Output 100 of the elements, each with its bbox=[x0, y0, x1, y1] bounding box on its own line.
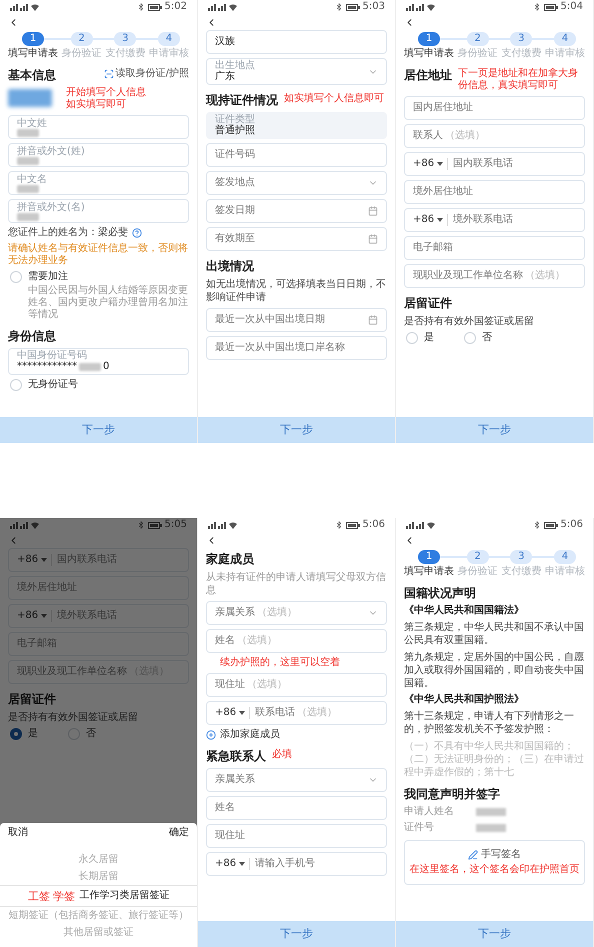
add-family-member-link[interactable]: 添加家庭成员 bbox=[206, 729, 280, 741]
next-button[interactable]: 下一步 bbox=[0, 417, 197, 443]
input-field[interactable]: 拼音或外文(名) bbox=[8, 199, 189, 223]
next-button[interactable]: 下一步 bbox=[198, 417, 395, 443]
info-label: 申请人姓名 bbox=[404, 806, 455, 818]
redacted-value bbox=[476, 824, 506, 832]
step-label: 申请审核 bbox=[544, 566, 585, 578]
input-field[interactable]: +86 国内联系电话 bbox=[8, 548, 189, 572]
bluetooth-icon bbox=[136, 3, 145, 11]
step-number: 1 bbox=[22, 32, 44, 46]
input-field[interactable]: +86 国内联系电话 bbox=[404, 152, 585, 176]
placeholder-text: 国内联系电话 bbox=[57, 554, 118, 566]
input-field[interactable]: 现住址 （选填） bbox=[206, 673, 387, 697]
section-heading: 居留证件 bbox=[404, 296, 452, 311]
scan-id-link[interactable]: 读取身份证/护照 bbox=[104, 68, 189, 80]
input-field[interactable]: 电子邮箱 bbox=[404, 236, 585, 260]
input-field[interactable]: 证件类型 普通护照 bbox=[206, 112, 387, 139]
placeholder-text: 现职业及现工作单位名称 bbox=[413, 270, 523, 282]
country-code-dropdown[interactable]: +86 bbox=[215, 707, 250, 719]
picker-option[interactable]: 永久居留 bbox=[0, 851, 197, 868]
placeholder-text: 电子邮箱 bbox=[17, 638, 57, 650]
input-field[interactable]: 中文名 bbox=[8, 171, 189, 195]
input-field[interactable]: 中国身份证号码 ************ 0 bbox=[8, 348, 189, 375]
radio-label: 无身份证号 bbox=[28, 379, 78, 391]
info-label: 证件号 bbox=[404, 822, 435, 834]
placeholder-text: 现住址 bbox=[215, 830, 245, 842]
option-label: 长期居留 bbox=[78, 870, 118, 882]
picker-option[interactable]: 其他居留或签证 bbox=[0, 924, 197, 941]
step-label: 填写申请表 bbox=[404, 48, 454, 60]
field-label: 拼音或外文(姓) bbox=[17, 146, 86, 156]
bluetooth-icon bbox=[334, 3, 343, 11]
optional-hint: （选填） bbox=[445, 130, 485, 142]
input-field[interactable]: 证件号码 bbox=[206, 143, 387, 167]
input-field[interactable]: 姓名 bbox=[206, 796, 387, 820]
step-label: 填写申请表 bbox=[8, 48, 58, 60]
caret-icon bbox=[239, 711, 246, 715]
input-field[interactable]: 最近一次从中国出境口岸名称 bbox=[206, 336, 387, 360]
input-field[interactable]: 境外居住地址 bbox=[404, 180, 585, 204]
cancel-button[interactable]: 取消 bbox=[8, 827, 28, 839]
confirm-button[interactable]: 确定 bbox=[169, 827, 189, 839]
radio-label: 是 bbox=[424, 332, 434, 344]
caret-icon bbox=[41, 558, 48, 562]
input-field[interactable]: 亲属关系 bbox=[206, 768, 387, 792]
input-field[interactable]: 姓名 （选填） bbox=[206, 629, 387, 653]
input-field[interactable]: 电子邮箱 bbox=[8, 632, 189, 656]
country-code-dropdown[interactable]: +86 bbox=[413, 158, 448, 170]
picker-option[interactable]: 短期签证（包括商务签证、旅行签证等） bbox=[0, 907, 197, 924]
picker-option[interactable]: 工签 学签 工作学习类居留签证 bbox=[0, 885, 197, 907]
input-field[interactable]: +86 境外联系电话 bbox=[404, 208, 585, 232]
placeholder-text: 境外联系电话 bbox=[57, 610, 118, 622]
radio-description: 中国公民因与外国人结婚等原因变更姓名、国内更改户籍办理曾用名加注等情况 bbox=[27, 285, 189, 321]
status-time: 5:03 bbox=[362, 1, 385, 13]
input-field[interactable]: 汉族 bbox=[206, 30, 387, 54]
bluetooth-icon bbox=[532, 521, 541, 529]
input-field[interactable]: 签发日期 bbox=[206, 199, 387, 223]
field-label: 中文姓 bbox=[17, 118, 48, 128]
field-value: ************ bbox=[17, 361, 77, 373]
input-field[interactable]: 签发地点 bbox=[206, 171, 387, 195]
section-heading: 紧急联系人 bbox=[206, 749, 266, 764]
annotation-text: 必填 bbox=[272, 749, 293, 761]
help-icon[interactable] bbox=[132, 228, 142, 238]
input-field[interactable]: 现住址 bbox=[206, 824, 387, 848]
placeholder-text: 国内居住地址 bbox=[413, 102, 473, 114]
redacted-value bbox=[476, 808, 506, 816]
country-code-dropdown[interactable]: +86 bbox=[215, 858, 250, 870]
signature-area[interactable]: 手写签名 在这里签名，这个签名会印在护照首页 bbox=[404, 840, 585, 885]
input-field[interactable]: 亲属关系 （选填） bbox=[206, 601, 387, 625]
next-button[interactable]: 下一步 bbox=[198, 921, 395, 947]
picker-option[interactable]: 长期居留 bbox=[0, 868, 197, 885]
field-label: 证件类型 bbox=[215, 114, 256, 125]
input-field[interactable]: 中文姓 bbox=[8, 115, 189, 139]
input-field[interactable]: 现职业及现工作单位名称 （选填） bbox=[404, 264, 585, 288]
annotation-text: 续办护照的，这里可以空着 bbox=[219, 657, 341, 669]
next-button[interactable]: 下一步 bbox=[396, 921, 593, 947]
step-number: 3 bbox=[114, 32, 136, 46]
radio-button[interactable] bbox=[10, 728, 22, 740]
input-field[interactable]: 出生地点 广东 bbox=[206, 58, 387, 85]
input-field[interactable]: 有效期至 bbox=[206, 227, 387, 251]
input-field[interactable]: 境外居住地址 bbox=[8, 576, 189, 600]
caret-icon bbox=[437, 162, 444, 166]
input-field[interactable]: +86 境外联系电话 bbox=[8, 604, 189, 628]
country-code-dropdown[interactable]: +86 bbox=[17, 554, 52, 566]
country-code-dropdown[interactable]: +86 bbox=[17, 610, 52, 622]
bluetooth-icon bbox=[334, 521, 343, 529]
body-text: （一）不具有中华人民共和国国籍的；（二）无法证明身份的；（三）在申请过程中弄虚作假的；第十七 bbox=[404, 740, 585, 779]
input-field[interactable]: 国内居住地址 bbox=[404, 96, 585, 120]
input-field[interactable]: +86 请输入手机号 bbox=[206, 852, 387, 876]
input-field[interactable]: 拼音或外文(姓) bbox=[8, 143, 189, 167]
input-field[interactable]: 联系人 （选填） bbox=[404, 124, 585, 148]
placeholder-text: 联系电话 bbox=[255, 707, 296, 719]
country-code-dropdown[interactable]: +86 bbox=[413, 214, 448, 226]
input-field[interactable]: +86 联系电话 （选填） bbox=[206, 701, 387, 725]
section-heading: 出境情况 bbox=[206, 259, 254, 274]
law-title: 《中华人民共和国国籍法》 bbox=[404, 605, 525, 617]
bluetooth-icon bbox=[136, 521, 145, 529]
field-value: 普通护照 bbox=[215, 125, 255, 137]
input-field[interactable]: 最近一次从中国出境日期 bbox=[206, 308, 387, 332]
step-label: 身份验证 bbox=[458, 48, 498, 60]
signal-icon bbox=[10, 521, 40, 529]
next-button[interactable]: 下一步 bbox=[396, 417, 593, 443]
